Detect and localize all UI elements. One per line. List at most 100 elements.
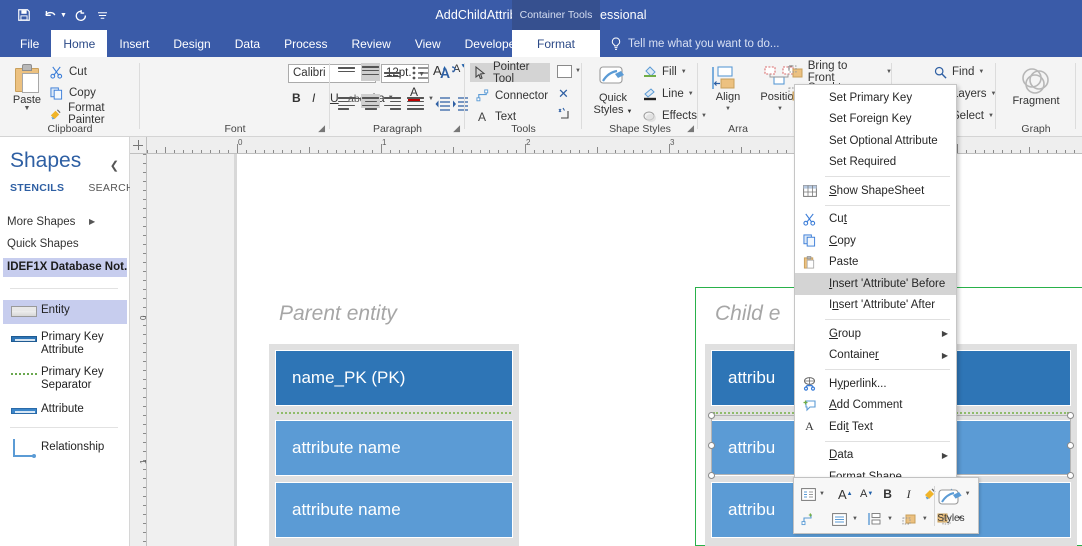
paragraph-dialog-launcher[interactable]: ◢ <box>453 123 460 134</box>
child-entity-title[interactable]: Child e <box>715 302 780 326</box>
parent-entity-title[interactable]: Parent entity <box>279 302 397 326</box>
italic-button[interactable]: I <box>312 89 315 107</box>
shape-item-entity[interactable]: Entity <box>3 300 127 324</box>
pointer-tool-variant-swatch[interactable] <box>557 65 572 78</box>
cut-button[interactable]: Cut <box>48 63 87 81</box>
menu-item-show-shapesheet[interactable]: Show ShapeSheet <box>795 180 956 202</box>
parent-attr-row-pk[interactable]: name_PK (PK) <box>275 350 513 406</box>
tab-search[interactable]: SEARCH <box>88 182 134 194</box>
menu-item-hyperlink[interactable]: Hyperlink... <box>795 373 956 395</box>
find-button[interactable]: Find ▼ <box>932 63 984 81</box>
tab-format[interactable]: Format <box>512 30 600 57</box>
menu-item-paste[interactable]: Paste <box>795 252 956 274</box>
menu-item-insert-attribute-before[interactable]: Insert 'Attribute' Before <box>795 273 956 295</box>
menu-item-group[interactable]: Group ▶ <box>795 323 956 345</box>
parent-entity-container[interactable]: name_PK (PK) attribute name attribute na… <box>269 344 519 546</box>
selection-handle-bl[interactable] <box>708 472 715 479</box>
tell-me-search[interactable]: Tell me what you want to do... <box>610 30 780 57</box>
selection-handle-tr[interactable] <box>1067 412 1074 419</box>
connection-point-icon[interactable] <box>557 107 572 122</box>
align-icon[interactable] <box>865 508 884 530</box>
menu-item-copy[interactable]: Copy <box>795 230 956 252</box>
shape-item-primary-key-attribute[interactable]: Primary Key Attribute <box>3 327 127 357</box>
menu-item-set-primary-key[interactable]: Set Primary Key <box>795 87 956 109</box>
close-x-icon[interactable]: ✕ <box>558 86 569 102</box>
menu-item-set-required[interactable]: Set Required <box>795 152 956 174</box>
menu-item-add-comment[interactable]: Add Comment <box>795 395 956 417</box>
align-top-button[interactable] <box>338 67 355 81</box>
collapse-panel-icon[interactable]: ❮ <box>110 159 119 172</box>
bring-to-front-dropdown-icon[interactable]: ▼ <box>922 516 928 522</box>
tab-process[interactable]: Process <box>272 30 339 57</box>
grow-font-icon[interactable]: A ▲ <box>836 483 855 505</box>
mini-styles-button[interactable]: Styles <box>928 482 974 530</box>
parent-attr-row-1[interactable]: attribute name <box>275 420 513 476</box>
quick-styles-button[interactable]: Quick Styles ▼ <box>588 65 638 118</box>
tab-home[interactable]: Home <box>51 30 108 57</box>
fragment-button[interactable]: Fragment <box>1006 65 1066 107</box>
tab-review[interactable]: Review <box>339 30 402 57</box>
selection-handle-br[interactable] <box>1067 472 1074 479</box>
vertical-ruler[interactable]: 01 <box>130 154 147 546</box>
align-center-button[interactable] <box>361 94 380 110</box>
bring-to-front-icon[interactable] <box>900 508 919 530</box>
mini-format-toolbar[interactable]: ▼ A ▲ A ▼ B I ▼ ▼ ▼ ▼ ▼ Styles <box>793 477 979 534</box>
shape-item-relationship[interactable]: Relationship <box>3 437 127 465</box>
bullets-button[interactable] <box>412 65 430 80</box>
line-icon[interactable] <box>830 508 849 530</box>
shrink-font-icon[interactable]: A ▼ <box>858 483 876 505</box>
copy-button[interactable]: Copy <box>48 84 96 102</box>
tab-file[interactable]: File <box>8 30 51 57</box>
quick-shapes-item[interactable]: Quick Shapes <box>7 238 79 250</box>
shape-context-menu[interactable]: Set Primary Key Set Foreign Key Set Opti… <box>794 84 957 491</box>
paste-button[interactable]: Paste ▼ <box>6 61 48 121</box>
text-direction-button[interactable]: A <box>440 64 458 82</box>
selection-handle-tl[interactable] <box>708 412 715 419</box>
align-bottom-button[interactable] <box>384 72 401 86</box>
selection-handle-mr[interactable] <box>1067 442 1074 449</box>
align-button[interactable]: Align ▼ <box>706 65 750 115</box>
fill-button[interactable]: Fill ▼ <box>642 63 687 81</box>
active-stencil-item[interactable]: IDEF1X Database Not... <box>3 258 127 277</box>
bold-button[interactable]: B <box>292 89 301 107</box>
align-left-button[interactable] <box>338 97 355 111</box>
decrease-indent-button[interactable] <box>434 97 450 111</box>
ruler-corner[interactable] <box>130 137 147 154</box>
parent-attr-row-2[interactable]: attribute name <box>275 482 513 538</box>
line-button[interactable]: Line ▼ <box>642 85 694 103</box>
font-dialog-launcher[interactable]: ◢ <box>318 123 325 134</box>
menu-item-insert-attribute-after[interactable]: Insert 'Attribute' After <box>795 295 956 317</box>
format-painter-button[interactable]: Format Painter <box>48 102 140 126</box>
tab-design[interactable]: Design <box>161 30 222 57</box>
align-right-button[interactable] <box>384 97 401 111</box>
tab-view[interactable]: View <box>403 30 453 57</box>
search-icon <box>932 64 948 80</box>
menu-item-set-optional-attribute[interactable]: Set Optional Attribute <box>795 130 956 152</box>
selection-handle-ml[interactable] <box>708 442 715 449</box>
shape-item-attribute[interactable]: Attribute <box>3 399 127 423</box>
pointer-tool-button[interactable]: Pointer Tool <box>470 61 550 85</box>
cut-label: Cut <box>69 66 87 78</box>
tab-data[interactable]: Data <box>223 30 272 57</box>
menu-item-set-foreign-key[interactable]: Set Foreign Key <box>795 109 956 131</box>
menu-item-cut[interactable]: Cut <box>795 209 956 231</box>
more-shapes-item[interactable]: More Shapes ▶ <box>7 216 95 228</box>
shape-item-primary-key-separator[interactable]: Primary Key Separator <box>3 362 127 392</box>
justify-button[interactable] <box>407 97 424 111</box>
menu-item-container[interactable]: Container ▶ <box>795 345 956 367</box>
bring-to-front-button[interactable]: Bring to Front ▼ <box>788 60 892 84</box>
connector-button[interactable]: Connector <box>470 86 552 105</box>
line-dropdown-icon[interactable]: ▼ <box>852 516 858 522</box>
text-block-icon[interactable] <box>799 483 818 505</box>
connector-icon[interactable] <box>799 508 818 530</box>
tab-stencils[interactable]: STENCILS <box>10 182 64 194</box>
menu-item-data[interactable]: Data ▶ <box>795 445 956 467</box>
bold-icon[interactable]: B <box>879 483 897 505</box>
text-block-dropdown-icon[interactable]: ▼ <box>819 491 825 497</box>
align-dropdown-icon[interactable]: ▼ <box>887 516 893 522</box>
paste-dropdown-icon[interactable]: ▼ <box>24 105 31 112</box>
align-middle-button[interactable] <box>361 63 380 81</box>
italic-icon[interactable]: I <box>900 483 918 505</box>
tab-insert[interactable]: Insert <box>107 30 161 57</box>
menu-item-edit-text[interactable]: A Edit Text <box>795 416 956 438</box>
